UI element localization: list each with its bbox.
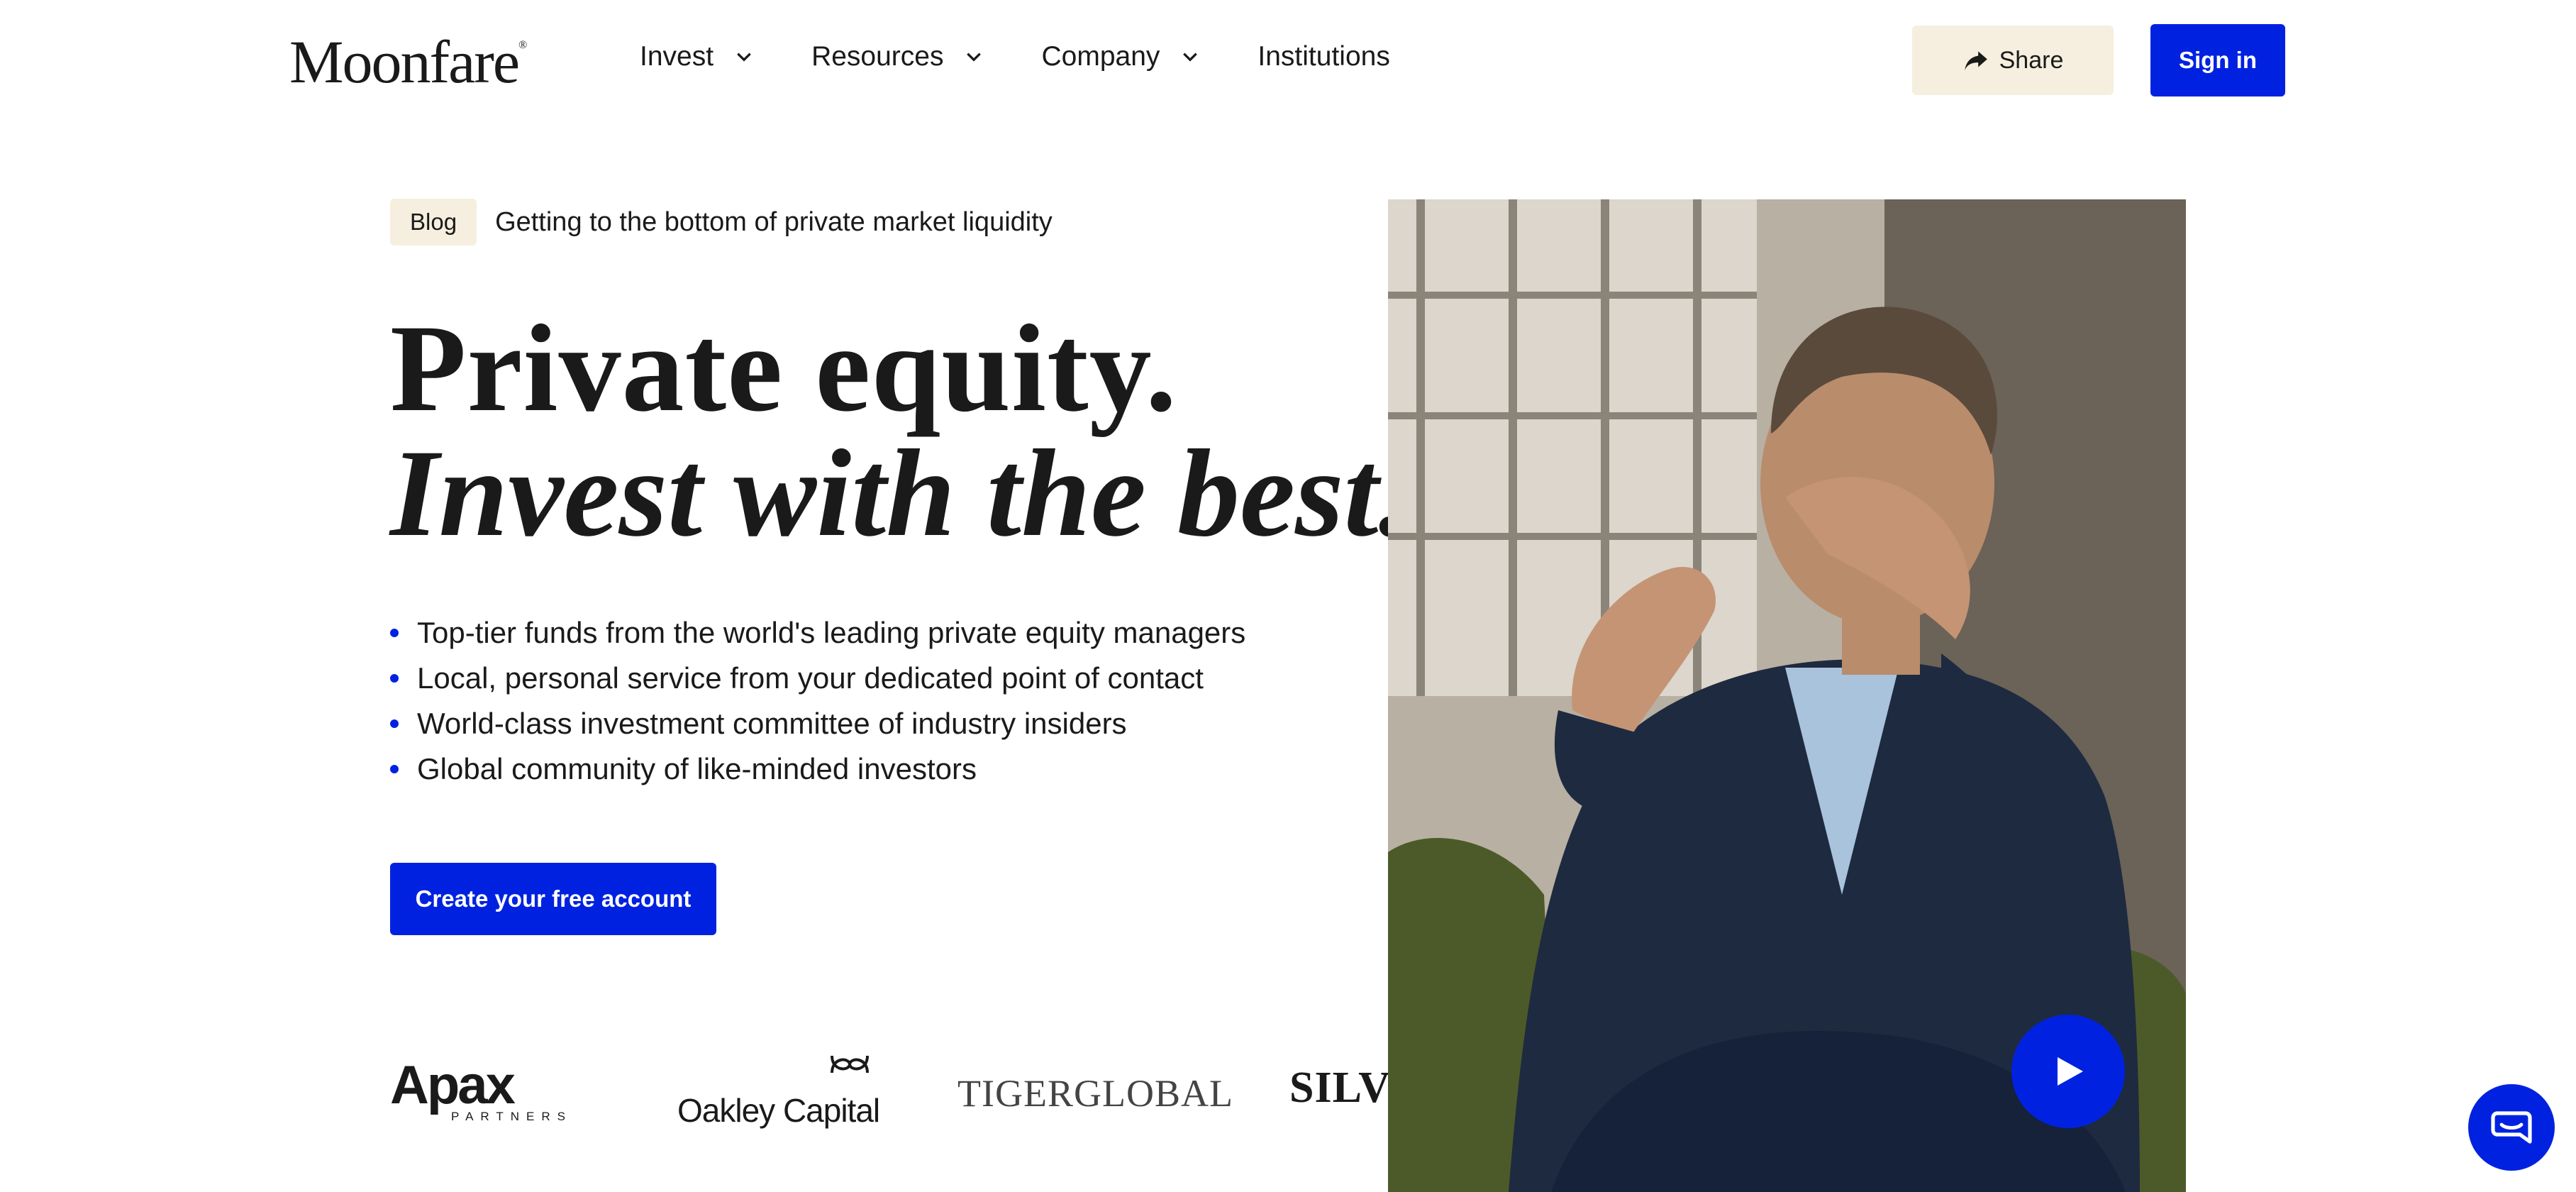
chat-widget-button[interactable] <box>2468 1084 2555 1171</box>
list-item: Global community of like-minded investor… <box>390 746 1245 792</box>
nav-company-label: Company <box>1041 41 1160 72</box>
share-label: Share <box>1999 46 2064 74</box>
list-item: World-class investment committee of indu… <box>390 701 1245 746</box>
headline-line-1: Private equity. <box>390 299 1177 438</box>
bullet-dot-icon <box>390 629 399 637</box>
play-video-button[interactable] <box>2011 1015 2125 1128</box>
nav-company[interactable]: Company <box>1041 41 1199 72</box>
headline-line-2: Invest with the best. <box>390 424 1410 563</box>
oakley-loops-icon <box>831 1055 869 1074</box>
chevron-down-icon <box>737 53 751 62</box>
nav-invest[interactable]: Invest <box>640 41 753 72</box>
share-button[interactable]: Share <box>1912 26 2114 95</box>
logo-registered-mark: ® <box>518 39 527 51</box>
create-account-button[interactable]: Create your free account <box>390 863 716 935</box>
bullet-dot-icon <box>390 719 399 728</box>
bullet-dot-icon <box>390 674 399 683</box>
page: Moonfare® Invest Resources Company Insti… <box>0 0 2576 1192</box>
silver-lake-logo: SILVER <box>1289 1064 1390 1112</box>
tiger-global-logo: TIGERGLOBAL <box>957 1072 1233 1115</box>
benefit-text: Local, personal service from your dedica… <box>417 661 1204 695</box>
apax-partners-logo: Apax PARTNERS <box>390 1059 572 1124</box>
apax-logo-main: Apax <box>390 1055 516 1115</box>
list-item: Local, personal service from your dedica… <box>390 656 1245 701</box>
benefit-list: Top-tier funds from the world's leading … <box>390 610 1245 792</box>
partner-logos: Apax PARTNERS Oakley Capital TIGERGLOBAL… <box>0 1050 1390 1135</box>
nav-institutions-label: Institutions <box>1258 41 1390 72</box>
play-icon <box>2058 1057 2083 1086</box>
share-arrow-icon <box>1964 51 1987 71</box>
announcement-bar: Blog Getting to the bottom of private ma… <box>390 199 1053 245</box>
nav-resources[interactable]: Resources <box>811 41 983 72</box>
oakley-capital-logo: Oakley Capital <box>677 1055 880 1130</box>
nav-invest-label: Invest <box>640 41 714 72</box>
logo-text: Moonfare <box>289 28 520 96</box>
moonfare-logo[interactable]: Moonfare® <box>289 31 527 92</box>
sign-in-button[interactable]: Sign in <box>2150 24 2285 96</box>
main-nav: Invest Resources Company Institutions <box>640 41 1390 72</box>
benefit-text: Top-tier funds from the world's leading … <box>417 616 1246 649</box>
blog-tag: Blog <box>390 199 477 245</box>
chat-bubble-icon <box>2491 1111 2532 1144</box>
nav-resources-label: Resources <box>811 41 944 72</box>
benefit-text: Global community of like-minded investor… <box>417 752 977 785</box>
hero-headline: Private equity. Invest with the best. <box>390 307 1409 556</box>
announcement-link[interactable]: Getting to the bottom of private market … <box>495 207 1053 238</box>
oakley-logo-text: Oakley Capital <box>677 1092 880 1129</box>
bullet-dot-icon <box>390 765 399 773</box>
list-item: Top-tier funds from the world's leading … <box>390 610 1245 656</box>
chevron-down-icon <box>967 53 982 62</box>
chevron-down-icon <box>1183 53 1198 62</box>
nav-institutions[interactable]: Institutions <box>1258 41 1389 72</box>
benefit-text: World-class investment committee of indu… <box>417 707 1127 740</box>
apax-logo-sub: PARTNERS <box>451 1110 573 1123</box>
